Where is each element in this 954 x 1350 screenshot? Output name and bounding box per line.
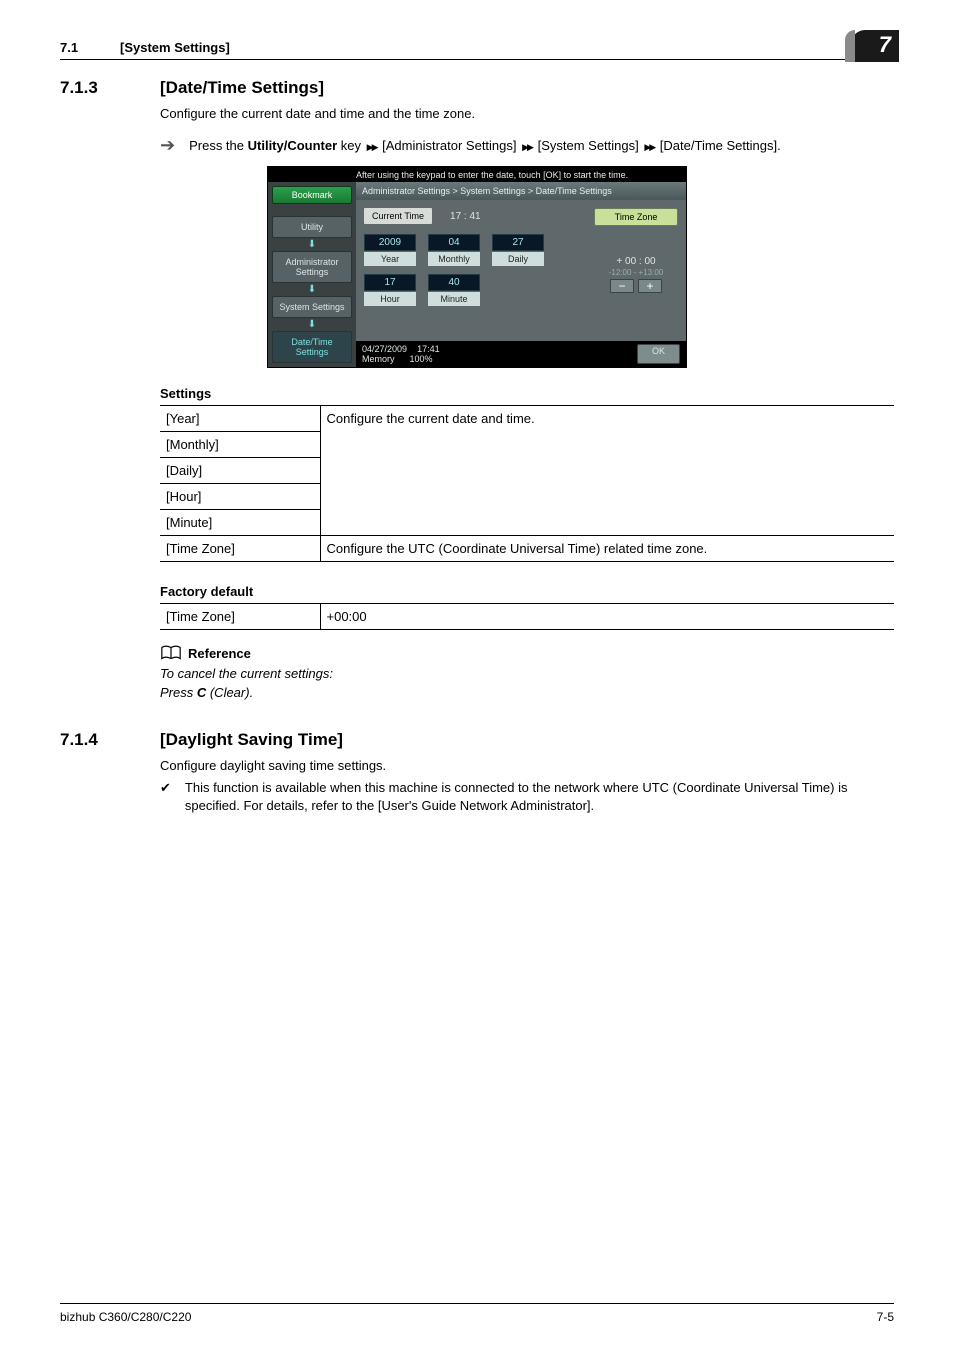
device-screenshot: After using the keypad to enter the date…: [267, 166, 687, 368]
section-714-heading: 7.1.4 [Daylight Saving Time]: [60, 730, 894, 750]
reference-heading: Reference: [160, 644, 894, 662]
book-icon: [160, 644, 182, 662]
section-714-number: 7.1.4: [60, 730, 160, 750]
minute-label: Minute: [428, 292, 480, 306]
arrow-down-icon: ⬇: [272, 239, 352, 250]
page-footer: bizhub C360/C280/C220 7-5: [60, 1303, 894, 1324]
hour-value[interactable]: 17: [364, 274, 416, 291]
crumb-system-settings[interactable]: System Settings: [272, 296, 352, 318]
header-rule: [60, 59, 894, 60]
status-bar-left: 04/27/2009 17:41 Memory 100%: [362, 344, 440, 364]
section-713-heading: 7.1.3 [Date/Time Settings]: [60, 78, 894, 98]
crumb-admin-settings[interactable]: Administrator Settings: [272, 251, 352, 283]
utility-counter-key: Utility/Counter: [248, 138, 338, 153]
section-713-number: 7.1.3: [60, 78, 160, 98]
breadcrumb-path: Administrator Settings > System Settings…: [356, 182, 686, 200]
hour-label: Hour: [364, 292, 416, 306]
chapter-badge: 7: [851, 30, 899, 62]
checkmark-icon: ✔: [160, 779, 171, 814]
day-value[interactable]: 27: [492, 234, 544, 251]
timezone-value: + 00 : 00: [594, 256, 678, 267]
nav-admin-settings: [Administrator Settings]: [379, 138, 521, 153]
crumb-utility[interactable]: Utility: [272, 216, 352, 238]
timezone-button[interactable]: Time Zone: [594, 208, 678, 226]
year-value[interactable]: 2009: [364, 234, 416, 251]
current-time-label: Current Time: [364, 208, 432, 224]
header-section-number: 7.1: [60, 40, 120, 55]
plus-button[interactable]: +: [638, 279, 662, 293]
section-714-intro: Configure daylight saving time settings.: [160, 758, 894, 773]
month-label: Monthly: [428, 252, 480, 266]
header-section-title: [System Settings]: [120, 40, 230, 55]
triangle-icon: ▶▶: [522, 142, 532, 152]
day-label: Daily: [492, 252, 544, 266]
nav-datetime-settings: [Date/Time Settings].: [656, 138, 781, 153]
setting-key: [Monthly]: [160, 432, 320, 458]
factory-key: [Time Zone]: [160, 604, 320, 630]
nav-system-settings: [System Settings]: [534, 138, 642, 153]
setting-key: [Time Zone]: [160, 536, 320, 562]
arrow-down-icon: ⬇: [272, 284, 352, 295]
setting-value: Configure the UTC (Coordinate Universal …: [320, 536, 894, 562]
arrow-down-icon: ⬇: [272, 319, 352, 330]
table-row: [Time Zone]Configure the UTC (Coordinate…: [160, 536, 894, 562]
year-label: Year: [364, 252, 416, 266]
setting-key: [Daily]: [160, 458, 320, 484]
section-714-note-text: This function is available when this mac…: [185, 779, 894, 814]
settings-table: [Year]Configure the current date and tim…: [160, 405, 894, 562]
current-time-value: 17 : 41: [436, 211, 481, 222]
bookmark-button[interactable]: Bookmark: [272, 186, 352, 204]
timezone-range: -12:00 - +13:00: [594, 268, 678, 277]
crumb-datetime-settings[interactable]: Date/Time Settings: [272, 331, 352, 363]
page-header: 7.1 [System Settings]: [60, 40, 894, 55]
triangle-icon: ▶▶: [644, 142, 654, 152]
status-memory-label: Memory: [362, 354, 395, 364]
device-top-message: After using the keypad to enter the date…: [268, 167, 686, 182]
minute-value[interactable]: 40: [428, 274, 480, 291]
status-date: 04/27/2009: [362, 344, 407, 354]
month-value[interactable]: 04: [428, 234, 480, 251]
settings-table-title: Settings: [160, 386, 894, 401]
setting-value: Configure the current date and time.: [320, 406, 894, 536]
press-text-post: key: [337, 138, 364, 153]
section-714-note: ✔ This function is available when this m…: [160, 779, 894, 814]
reference-line2: Press C (Clear).: [160, 685, 894, 700]
device-sidebar: Bookmark Utility ⬇ Administrator Setting…: [268, 182, 356, 367]
section-714-title: [Daylight Saving Time]: [160, 730, 343, 750]
table-row: [Year]Configure the current date and tim…: [160, 406, 894, 432]
setting-key: [Minute]: [160, 510, 320, 536]
footer-page-number: 7-5: [877, 1310, 894, 1324]
factory-default-table: [Time Zone]+00:00: [160, 603, 894, 630]
status-memory-value: 100%: [410, 354, 433, 364]
reference-title: Reference: [188, 646, 251, 661]
status-time: 17:41: [417, 344, 440, 354]
press-text-pre: Press the: [189, 138, 248, 153]
table-row: [Time Zone]+00:00: [160, 604, 894, 630]
section-713-title: [Date/Time Settings]: [160, 78, 324, 98]
triangle-icon: ▶▶: [367, 142, 377, 152]
arrow-right-icon: ➔: [160, 135, 175, 156]
navigation-instruction: ➔ Press the Utility/Counter key ▶▶ [Admi…: [160, 135, 894, 156]
ok-button[interactable]: OK: [637, 344, 680, 364]
setting-key: [Hour]: [160, 484, 320, 510]
minus-button[interactable]: −: [610, 279, 634, 293]
reference-line1: To cancel the current settings:: [160, 666, 894, 681]
factory-value: +00:00: [320, 604, 894, 630]
footer-model: bizhub C360/C280/C220: [60, 1310, 191, 1324]
factory-default-title: Factory default: [160, 584, 894, 599]
section-713-intro: Configure the current date and time and …: [160, 106, 894, 121]
setting-key: [Year]: [160, 406, 320, 432]
